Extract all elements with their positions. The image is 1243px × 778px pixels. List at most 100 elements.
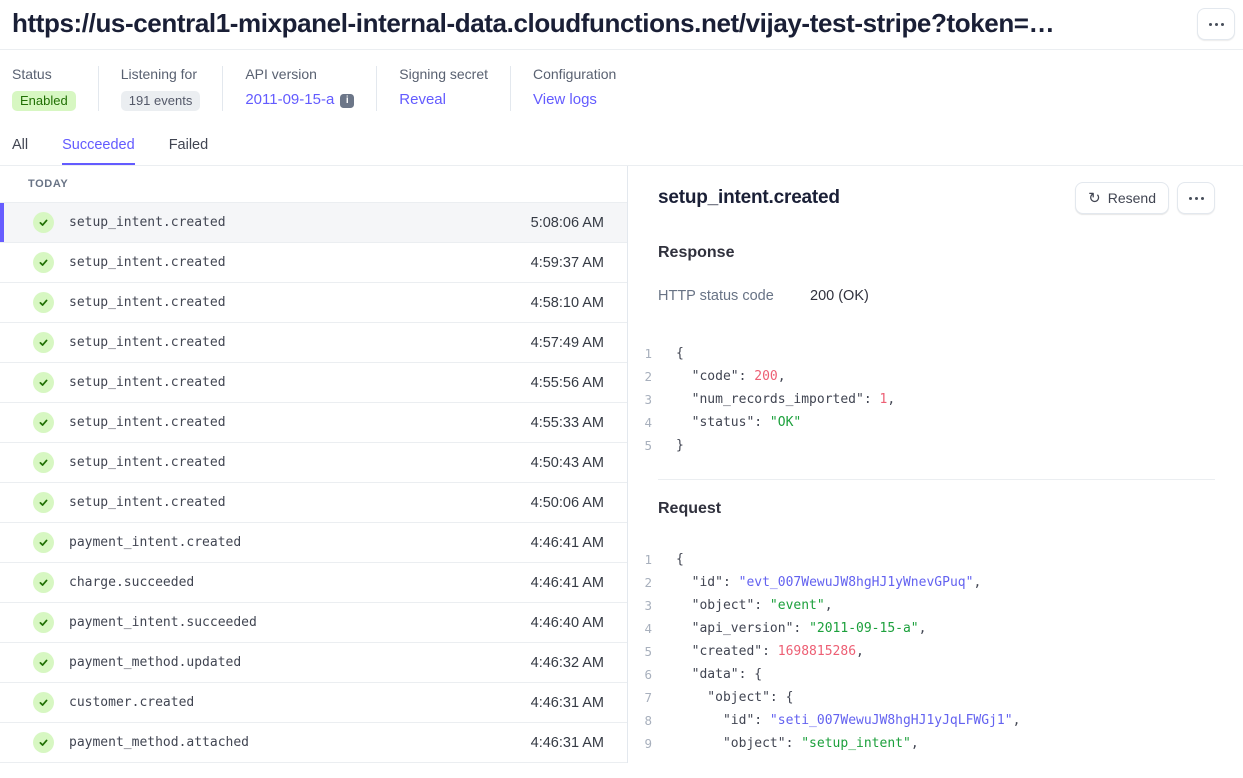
event-time: 4:58:10 AM bbox=[531, 295, 604, 311]
event-time: 4:55:33 AM bbox=[531, 415, 604, 431]
selected-accent-bar bbox=[0, 203, 4, 242]
list-item[interactable]: customer.created4:46:31 AM bbox=[0, 683, 627, 723]
code-text: "id": "evt_007WewuJW8hgHJ1yWnevGPuq", bbox=[676, 575, 981, 590]
checkmark-icon bbox=[33, 532, 54, 553]
list-item[interactable]: payment_intent.created4:46:41 AM bbox=[0, 523, 627, 563]
code-line: 2 "id": "evt_007WewuJW8hgHJ1yWnevGPuq", bbox=[644, 571, 1215, 594]
detail-more-button[interactable] bbox=[1177, 182, 1215, 214]
event-name: setup_intent.created bbox=[69, 335, 226, 350]
event-name: customer.created bbox=[69, 695, 194, 710]
line-number: 9 bbox=[644, 736, 652, 751]
line-number: 2 bbox=[644, 369, 652, 384]
ellipsis-icon bbox=[1201, 197, 1204, 200]
selected-accent-bar bbox=[0, 723, 4, 762]
list-item[interactable]: setup_intent.created 4:55:33 AM bbox=[0, 403, 627, 443]
section-divider bbox=[658, 479, 1215, 480]
selected-accent-bar bbox=[0, 563, 4, 602]
event-name: setup_intent.created bbox=[69, 495, 226, 510]
event-time: 5:08:06 AM bbox=[531, 215, 604, 231]
ellipsis-icon bbox=[1189, 197, 1192, 200]
code-line: 8 "id": "seti_007WewuJW8hgHJ1yJqLFWGj1", bbox=[644, 709, 1215, 732]
code-text: "object": { bbox=[676, 690, 793, 705]
code-line: 4 "api_version": "2011-09-15-a", bbox=[644, 617, 1215, 640]
list-item[interactable]: setup_intent.created4:50:06 AM bbox=[0, 483, 627, 523]
event-time: 4:57:49 AM bbox=[531, 335, 604, 351]
checkmark-icon bbox=[33, 612, 54, 633]
code-text: "status": "OK" bbox=[676, 415, 801, 430]
list-item[interactable]: setup_intent.created4:59:37 AM bbox=[0, 243, 627, 283]
api-version-link[interactable]: 2011-09-15-a bbox=[245, 91, 334, 108]
event-detail-panel: setup_intent.created ↻ Resend Response H… bbox=[628, 166, 1243, 763]
more-options-button[interactable] bbox=[1197, 8, 1235, 40]
resend-button-label: Resend bbox=[1108, 190, 1156, 206]
event-name: setup_intent.created bbox=[69, 295, 226, 310]
line-number: 5 bbox=[644, 438, 652, 453]
tab-all[interactable]: All bbox=[12, 137, 28, 165]
event-name: payment_method.attached bbox=[69, 735, 249, 750]
list-item[interactable]: payment_method.updated4:46:32 AM bbox=[0, 643, 627, 683]
list-item[interactable]: setup_intent.created5:08:06 AM bbox=[0, 203, 627, 243]
response-heading: Response bbox=[658, 244, 1215, 262]
event-name: setup_intent.created bbox=[69, 375, 226, 390]
event-time: 4:46:40 AM bbox=[531, 615, 604, 631]
checkmark-icon bbox=[33, 732, 54, 753]
response-code-block: 1{2 "code": 200,3 "num_records_imported"… bbox=[644, 342, 1215, 457]
list-item[interactable]: charge.succeeded4:46:41 AM bbox=[0, 563, 627, 603]
ellipsis-icon bbox=[1215, 23, 1218, 26]
code-text: { bbox=[676, 552, 684, 567]
code-text: } bbox=[676, 438, 684, 453]
selected-accent-bar bbox=[0, 603, 4, 642]
event-name: setup_intent.created bbox=[69, 415, 226, 430]
signing-secret-link[interactable]: Reveal bbox=[399, 91, 446, 108]
selected-accent-bar bbox=[0, 443, 4, 482]
tab-succeeded[interactable]: Succeeded bbox=[62, 137, 135, 165]
request-heading: Request bbox=[658, 500, 1215, 518]
code-text: "data": { bbox=[676, 667, 762, 682]
checkmark-icon bbox=[33, 212, 54, 233]
selected-accent-bar bbox=[0, 363, 4, 402]
meta-label-configuration: Configuration bbox=[533, 66, 616, 82]
list-item[interactable]: payment_intent.succeeded 4:46:40 AM bbox=[0, 603, 627, 643]
code-text: "id": "seti_007WewuJW8hgHJ1yJqLFWGj1", bbox=[676, 713, 1020, 728]
configuration-link[interactable]: View logs bbox=[533, 91, 597, 108]
code-line: 3 "object": "event", bbox=[644, 594, 1215, 617]
line-number: 3 bbox=[644, 392, 652, 407]
meta-col-status: StatusEnabled bbox=[12, 66, 98, 111]
checkmark-icon bbox=[33, 452, 54, 473]
list-item[interactable]: setup_intent.created 4:58:10 AM bbox=[0, 283, 627, 323]
code-line: 5 "created": 1698815286, bbox=[644, 640, 1215, 663]
event-name: setup_intent.created bbox=[69, 255, 226, 270]
page-header: https://us-central1-mixpanel-internal-da… bbox=[0, 0, 1243, 50]
code-text: "code": 200, bbox=[676, 369, 786, 384]
checkmark-icon bbox=[33, 252, 54, 273]
ellipsis-icon bbox=[1209, 23, 1212, 26]
line-number: 8 bbox=[644, 713, 652, 728]
list-item[interactable]: setup_intent.created 4:57:49 AM bbox=[0, 323, 627, 363]
event-name: setup_intent.created bbox=[69, 455, 226, 470]
event-rows: setup_intent.created5:08:06 AMsetup_inte… bbox=[0, 203, 627, 763]
code-line: 9 "object": "setup_intent", bbox=[644, 732, 1215, 755]
checkmark-icon bbox=[33, 412, 54, 433]
list-item[interactable]: setup_intent.created 4:50:43 AM bbox=[0, 443, 627, 483]
event-name: payment_intent.succeeded bbox=[69, 615, 257, 630]
event-time: 4:46:41 AM bbox=[531, 535, 604, 551]
resend-button[interactable]: ↻ Resend bbox=[1075, 182, 1169, 214]
code-line: 5} bbox=[644, 434, 1215, 457]
line-number: 1 bbox=[644, 552, 652, 567]
list-item[interactable]: payment_method.attached4:46:31 AM bbox=[0, 723, 627, 763]
line-number: 2 bbox=[644, 575, 652, 590]
tab-failed[interactable]: Failed bbox=[169, 137, 209, 165]
detail-title: setup_intent.created bbox=[658, 187, 840, 209]
line-number: 6 bbox=[644, 667, 652, 682]
refresh-icon: ↻ bbox=[1088, 191, 1101, 206]
event-time: 4:50:43 AM bbox=[531, 455, 604, 471]
event-time: 4:46:32 AM bbox=[531, 655, 604, 671]
meta-label-api-version: API version bbox=[245, 66, 354, 82]
list-item[interactable]: setup_intent.created4:55:56 AM bbox=[0, 363, 627, 403]
info-icon[interactable]: i bbox=[340, 94, 354, 108]
code-line: 4 "status": "OK" bbox=[644, 411, 1215, 434]
meta-col-api-version: API version 2011-09-15-a i bbox=[222, 66, 376, 111]
page-title: https://us-central1-mixpanel-internal-da… bbox=[12, 8, 1054, 39]
code-line: 1{ bbox=[644, 548, 1215, 571]
line-number: 4 bbox=[644, 415, 652, 430]
